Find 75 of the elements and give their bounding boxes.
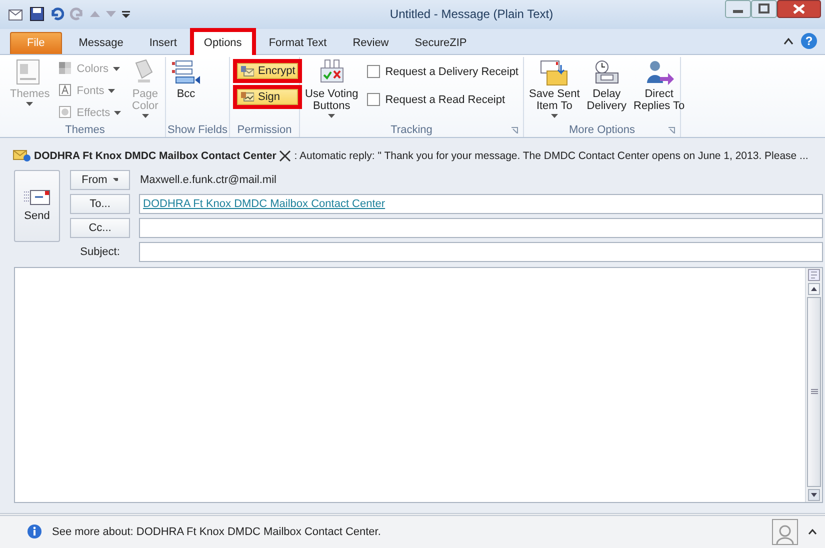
- recipient-link[interactable]: DODHRA Ft Knox DMDC Mailbox Contact Center: [143, 198, 386, 210]
- send-button[interactable]: Send: [14, 170, 60, 242]
- ribbon-icon: [58, 106, 73, 119]
- caret-icon: [328, 114, 336, 118]
- caret-icon: [26, 102, 34, 106]
- ribbon-icon: [644, 58, 674, 86]
- mail-icon: [8, 7, 24, 22]
- group-label: Permission: [237, 124, 292, 136]
- ribbon-icon: [58, 84, 73, 97]
- ribbon-tab[interactable]: Options: [190, 28, 256, 54]
- envelope-info-icon: [13, 149, 31, 162]
- send-icon: [23, 189, 51, 206]
- sender-address: Maxwell.e.funk.ctr@mail.mil: [139, 174, 278, 186]
- field-button[interactable]: From: [70, 170, 130, 190]
- ribbon-button[interactable]: Encrypt: [233, 58, 302, 82]
- people-pane-text: See more about: DODHRA Ft Knox DMDC Mailbox Contact Center.: [52, 526, 382, 538]
- info-icon: [27, 524, 42, 540]
- window-title: Untitled - Message (Plain Text): [388, 7, 554, 22]
- caret-icon: [550, 114, 558, 118]
- scrollbar[interactable]: [805, 268, 822, 502]
- field-button[interactable]: Cc...: [70, 218, 130, 238]
- minimize-icon: [725, 0, 751, 18]
- scroll-up-icon: [808, 282, 820, 294]
- ribbon-icon: [58, 62, 73, 75]
- ribbon-button[interactable]: Bcc: [169, 56, 203, 102]
- ribbon-tab[interactable]: SecureZIP: [402, 32, 480, 54]
- group-label: Themes: [65, 124, 105, 136]
- up-arrow-icon: [90, 10, 100, 18]
- caret-icon: [113, 178, 118, 181]
- scroll-thumb[interactable]: [807, 296, 821, 487]
- close-icon: [777, 0, 821, 18]
- collapse-ribbon-icon: [784, 38, 793, 44]
- checkbox[interactable]: [367, 93, 380, 106]
- ruler-icon: [808, 268, 820, 280]
- ribbon-button[interactable]: Sign: [233, 84, 302, 108]
- undo-icon: [50, 7, 64, 22]
- ribbon-tab[interactable]: Insert: [136, 32, 190, 54]
- ribbon-icon: [539, 58, 570, 86]
- ribbon-icon: [240, 64, 254, 77]
- help-button[interactable]: ?: [801, 33, 817, 49]
- ribbon-button[interactable]: Save Sent Item To: [527, 56, 582, 120]
- ribbon-tab[interactable]: Review: [340, 32, 402, 54]
- checkbox[interactable]: [367, 65, 380, 78]
- scroll-down-icon: [808, 488, 820, 501]
- close-icon: [279, 150, 292, 162]
- group-label: Show Fields: [168, 124, 228, 136]
- ribbon-tab[interactable]: Format Text: [256, 32, 340, 54]
- caret-icon: [114, 110, 122, 114]
- message-body-field[interactable]: [14, 266, 823, 503]
- down-arrow-icon: [106, 10, 116, 18]
- field-label: Subject:: [79, 246, 121, 258]
- ribbon-button[interactable]: Direct Replies To: [632, 56, 687, 114]
- field-button[interactable]: To...: [70, 194, 130, 214]
- checkbox-label: Request a Delivery Receipt: [385, 66, 518, 78]
- group-label: More Options: [568, 124, 636, 136]
- input-field[interactable]: [139, 242, 823, 262]
- caret-icon: [108, 88, 116, 92]
- ribbon-button[interactable]: Use Voting Buttons: [303, 56, 360, 120]
- input-field[interactable]: DODHRA Ft Knox DMDC Mailbox Contact Center: [139, 194, 823, 214]
- caret-icon: [142, 114, 149, 118]
- auto-reply-message: : Automatic reply: " Thank you for your message. The DMDC Contact Center opens on June 1, 2013. Please ...: [294, 150, 808, 162]
- group-label: Tracking: [390, 124, 432, 136]
- ribbon-icon: [240, 90, 254, 103]
- ribbon-button[interactable]: Delay Delivery: [584, 56, 628, 114]
- save-icon: [30, 7, 44, 22]
- customize-menu-icon: [122, 9, 130, 20]
- redo-icon: [70, 7, 84, 22]
- ribbon-icon: [171, 58, 201, 86]
- input-field[interactable]: [139, 218, 823, 238]
- grip-icon: [810, 388, 818, 395]
- sender-name: DODHRA Ft Knox DMDC Mailbox Contact Center: [34, 150, 276, 162]
- ribbon-tab[interactable]: Message: [66, 32, 136, 54]
- maximize-icon: [751, 0, 777, 18]
- caret-icon: [112, 66, 120, 70]
- checkbox-label: Request a Read Receipt: [385, 94, 506, 106]
